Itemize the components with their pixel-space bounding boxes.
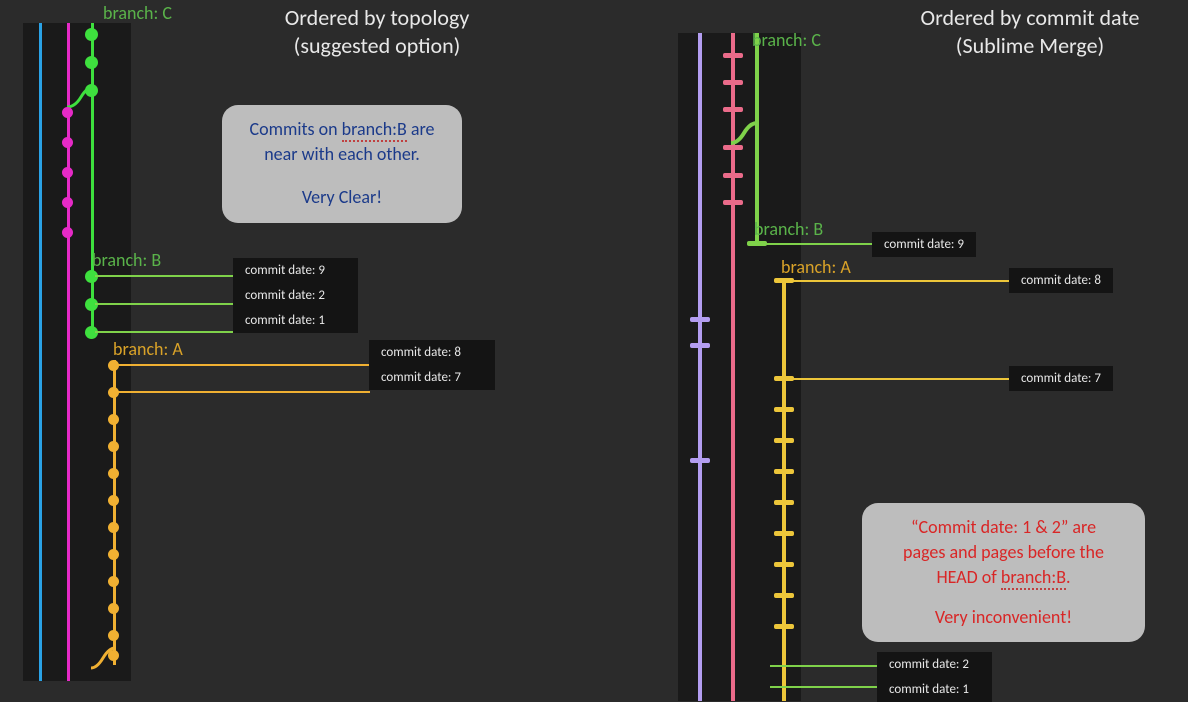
dot-orange-8 bbox=[108, 549, 119, 560]
tick-purple-2 bbox=[690, 343, 710, 348]
r-leader-2 bbox=[770, 665, 878, 667]
r-leader-1 bbox=[770, 686, 878, 688]
dot-orange-6 bbox=[108, 495, 119, 506]
right-callout-l4: Very inconvenient! bbox=[880, 605, 1127, 630]
left-callout-line2: near with each other. bbox=[240, 142, 444, 167]
dot-magenta-5 bbox=[62, 227, 73, 238]
tick-yellow-3 bbox=[774, 407, 794, 412]
left-commit-2: commit date: 2 bbox=[233, 283, 358, 308]
tick-purple-3 bbox=[690, 458, 710, 463]
right-line-purple bbox=[698, 33, 702, 701]
right-commit-9: commit date: 9 bbox=[872, 232, 976, 257]
dot-green-b2 bbox=[85, 298, 98, 311]
right-branch-a: branch: A bbox=[781, 256, 851, 278]
dot-orange-7 bbox=[108, 522, 119, 533]
dot-orange-2 bbox=[108, 387, 119, 398]
leader-b-2 bbox=[95, 303, 235, 305]
right-commit-7: commit date: 7 bbox=[1009, 366, 1113, 391]
tick-yellow-4 bbox=[774, 438, 794, 443]
leader-a-7 bbox=[117, 391, 370, 393]
tick-yellow-7 bbox=[774, 531, 794, 536]
right-callout-l2: pages and pages before the bbox=[880, 540, 1127, 565]
leader-b-9 bbox=[95, 275, 235, 277]
left-line-magenta bbox=[67, 23, 70, 681]
right-branch-c: branch: C bbox=[752, 29, 821, 51]
right-green-merge bbox=[731, 123, 759, 145]
tick-pink-4 bbox=[723, 145, 743, 150]
dot-orange-1 bbox=[108, 360, 119, 371]
right-title-line2: (Sublime Merge) bbox=[890, 32, 1170, 60]
right-title-line1: Ordered by commit date bbox=[890, 4, 1170, 32]
left-branch-a: branch: A bbox=[113, 338, 183, 360]
left-line-blue bbox=[39, 23, 42, 681]
tick-yellow-9 bbox=[774, 593, 794, 598]
right-callout-l3: HEAD of branch:B. bbox=[880, 565, 1127, 590]
left-callout-line3: Very Clear! bbox=[240, 185, 444, 210]
dot-magenta-4 bbox=[62, 197, 73, 208]
tick-pink-3 bbox=[723, 107, 743, 112]
tick-pink-2 bbox=[723, 80, 743, 85]
dot-green-b3 bbox=[85, 326, 98, 339]
dot-magenta-1 bbox=[62, 107, 73, 118]
dot-orange-3 bbox=[108, 414, 119, 425]
left-title-line1: Ordered by topology bbox=[247, 4, 507, 32]
tick-yellow-5 bbox=[774, 469, 794, 474]
tick-yellow-6 bbox=[774, 500, 794, 505]
left-commit-9: commit date: 9 bbox=[233, 258, 358, 283]
left-callout-line1: Commits on branch:B are bbox=[240, 117, 444, 142]
tick-pink-1 bbox=[723, 53, 743, 58]
tick-pink-5 bbox=[723, 173, 743, 178]
right-callout: “Commit date: 1 & 2” are pages and pages… bbox=[862, 503, 1145, 642]
tick-pink-6 bbox=[723, 200, 743, 205]
dot-magenta-2 bbox=[62, 137, 73, 148]
left-b-commits: commit date: 9 commit date: 2 commit dat… bbox=[233, 258, 358, 333]
left-title: Ordered by topology (suggested option) bbox=[247, 4, 507, 59]
left-callout: Commits on branch:B are near with each o… bbox=[222, 105, 462, 223]
dot-orange-5 bbox=[108, 468, 119, 479]
right-title: Ordered by commit date (Sublime Merge) bbox=[890, 4, 1170, 59]
left-title-line2: (suggested option) bbox=[247, 32, 507, 60]
tick-yellow-10 bbox=[774, 624, 794, 629]
dot-magenta-3 bbox=[62, 167, 73, 178]
left-commit-7: commit date: 7 bbox=[369, 365, 495, 390]
dot-orange-12 bbox=[108, 650, 119, 661]
dot-orange-11 bbox=[108, 630, 119, 641]
right-branch-b: branch: B bbox=[754, 218, 823, 240]
left-a-commits: commit date: 8 commit date: 7 bbox=[369, 340, 495, 390]
dot-orange-9 bbox=[108, 576, 119, 587]
r-leader-8 bbox=[791, 280, 1009, 282]
dot-green-3 bbox=[85, 84, 98, 97]
right-commit-8: commit date: 8 bbox=[1009, 268, 1113, 293]
right-commit-1: commit date: 1 bbox=[877, 677, 992, 702]
r-leader-9 bbox=[764, 243, 872, 245]
right-callout-l1: “Commit date: 1 & 2” are bbox=[880, 515, 1127, 540]
dot-green-b1 bbox=[85, 270, 98, 283]
right-commit-21: commit date: 2 commit date: 1 bbox=[877, 652, 992, 702]
right-line-yellow bbox=[782, 278, 786, 701]
dot-orange-10 bbox=[108, 603, 119, 614]
dot-green-head bbox=[85, 28, 98, 41]
left-commit-8: commit date: 8 bbox=[369, 340, 495, 365]
left-branch-b: branch: B bbox=[92, 249, 161, 271]
tick-purple-1 bbox=[690, 317, 710, 322]
tick-yellow-8 bbox=[774, 562, 794, 567]
dot-green-2 bbox=[85, 56, 98, 69]
left-commit-1: commit date: 1 bbox=[233, 308, 358, 333]
left-line-orange bbox=[113, 360, 116, 665]
left-branch-c: branch: C bbox=[103, 2, 172, 24]
leader-b-1 bbox=[95, 331, 235, 333]
right-commit-2: commit date: 2 bbox=[877, 652, 992, 677]
left-line-green bbox=[91, 23, 94, 332]
leader-a-8 bbox=[117, 364, 370, 366]
dot-orange-4 bbox=[108, 441, 119, 452]
r-leader-7 bbox=[791, 378, 1009, 380]
